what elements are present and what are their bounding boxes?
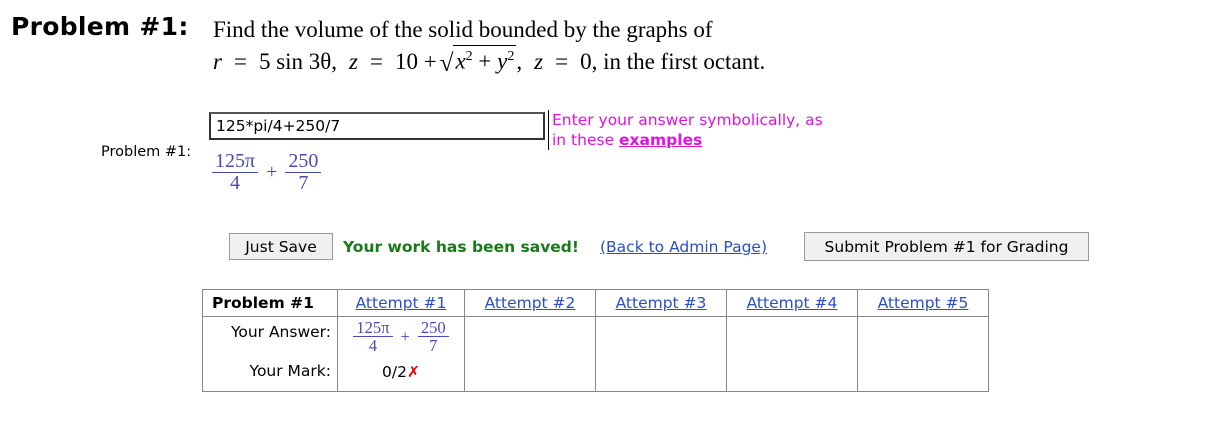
- table-row-header: Problem #1: [202, 289, 338, 317]
- attempt-1-mark: 0/2✗: [382, 354, 420, 391]
- fraction-1: 125π 4: [212, 151, 259, 194]
- attempt-3-header: Attempt #3: [595, 289, 727, 317]
- submit-for-grading-button[interactable]: Submit Problem #1 for Grading: [804, 232, 1089, 261]
- cross-icon: ✗: [406, 363, 420, 381]
- attempt-3-cell: [595, 316, 727, 392]
- attempt-1-header: Attempt #1: [337, 289, 465, 317]
- back-to-admin-link[interactable]: (Back to Admin Page): [600, 238, 767, 256]
- answer-label: Problem #1:: [101, 144, 192, 160]
- attempt-1-link[interactable]: Attempt #1: [356, 294, 447, 312]
- answer-preview: 125π 4 + 250 7: [212, 151, 322, 194]
- z-expression-prefix: 10 +: [394, 48, 437, 74]
- just-save-button[interactable]: Just Save: [229, 233, 333, 260]
- plus-sign: +: [266, 161, 278, 183]
- problem-statement-line2: r = 5 sin 3θ, z = 10 + √ x2 + y2 , z = 0…: [213, 45, 766, 77]
- attempt-1-answer: 125π 4 + 250 7: [353, 319, 449, 355]
- r-variable: r: [213, 48, 222, 74]
- attempt-2-cell: [464, 316, 596, 392]
- mark-value: 0/2: [382, 363, 407, 381]
- examples-link[interactable]: examples: [619, 131, 702, 149]
- attempt-2-link[interactable]: Attempt #2: [485, 294, 576, 312]
- attempt-4-cell: [726, 316, 858, 392]
- equals-sign: =: [370, 48, 383, 74]
- your-mark-label: Your Mark:: [249, 362, 331, 380]
- your-answer-label: Your Answer:: [230, 323, 331, 341]
- fraction-2: 250 7: [285, 151, 322, 194]
- sqrt-icon: √: [439, 49, 454, 77]
- attempt-4-header: Attempt #4: [726, 289, 858, 317]
- attempt-1-cell: 125π 4 + 250 7 0/2✗: [337, 316, 465, 392]
- problem-statement-line1: Find the volume of the solid bounded by …: [213, 17, 713, 42]
- equals-sign: =: [555, 48, 569, 74]
- row-labels-cell: Your Answer: Your Mark:: [202, 316, 338, 392]
- equals-sign: =: [233, 48, 247, 74]
- comma: ,: [516, 48, 523, 74]
- answer-input[interactable]: [209, 112, 545, 140]
- attempt-5-header: Attempt #5: [857, 289, 989, 317]
- attempt-3-link[interactable]: Attempt #3: [616, 294, 707, 312]
- answer-hint: Enter your answer symbolically, as in th…: [548, 110, 828, 150]
- attempts-table: Problem #1 Attempt #1 Attempt #2 Attempt…: [202, 289, 989, 392]
- attempt-5-link[interactable]: Attempt #5: [878, 294, 969, 312]
- attempt-5-cell: [857, 316, 989, 392]
- attempt-4-link[interactable]: Attempt #4: [747, 294, 838, 312]
- problem-heading: Problem #1:: [11, 12, 189, 41]
- z-variable-2: z: [534, 48, 544, 74]
- attempt-2-header: Attempt #2: [464, 289, 596, 317]
- saved-message: Your work has been saved!: [343, 238, 579, 256]
- r-expression: 5 sin 3θ,: [258, 48, 338, 74]
- z-variable: z: [349, 48, 358, 74]
- sqrt-radicand: x2 + y2: [453, 45, 517, 73]
- z2-expression: 0, in the first octant.: [580, 48, 766, 74]
